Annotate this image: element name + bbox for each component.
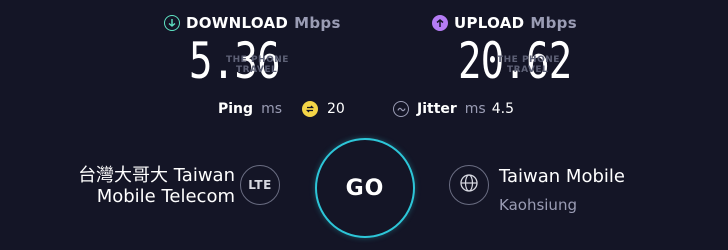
download-header: DOWNLOAD Mbps	[164, 14, 341, 32]
upload-label: UPLOAD	[454, 14, 525, 32]
isp-name-line2: Mobile Telecom	[96, 186, 235, 207]
upload-header: UPLOAD Mbps	[432, 14, 577, 32]
watermark-upload-line1: THE PHONE	[497, 55, 560, 65]
ping-label: Ping	[218, 101, 254, 117]
globe-icon	[459, 173, 479, 197]
watermark-line2: TRAVEL	[236, 65, 278, 75]
server-info: Taiwan Mobile Kaohsiung	[499, 166, 625, 216]
server-location: Kaohsiung	[499, 196, 577, 214]
watermark-upload-line2: TRAVEL	[507, 65, 549, 75]
watermark: THE PHONE TRAVEL	[226, 55, 289, 75]
go-button[interactable]: GO	[315, 138, 415, 238]
jitter-icon	[393, 101, 409, 117]
jitter-unit: ms	[464, 101, 486, 117]
lte-label: LTE	[248, 178, 272, 192]
watermark-line1: THE PHONE	[226, 55, 289, 65]
ping-unit: ms	[261, 101, 282, 117]
server-name: Taiwan Mobile	[499, 166, 625, 187]
download-label: DOWNLOAD	[186, 14, 289, 32]
server-badge[interactable]	[449, 165, 489, 205]
isp-name: 台灣大哥大 Taiwan Mobile Telecom	[78, 165, 235, 207]
isp-name-line1: 台灣大哥大 Taiwan	[78, 165, 235, 186]
ping-value: 20	[327, 101, 345, 117]
jitter-label: Jitter	[417, 101, 457, 117]
jitter-stat: Jitter ms 4.5	[393, 101, 514, 117]
lte-badge[interactable]: LTE	[240, 165, 280, 205]
upload-arrow-icon	[432, 15, 448, 31]
ping-icon	[302, 101, 318, 117]
jitter-value: 4.5	[491, 101, 514, 117]
download-arrow-icon	[164, 15, 180, 31]
watermark-upload: THE PHONE TRAVEL	[497, 55, 560, 75]
download-unit: Mbps	[294, 14, 341, 32]
go-label: GO	[345, 175, 385, 201]
ping-stat: Ping ms 20	[218, 101, 345, 117]
upload-unit: Mbps	[530, 14, 577, 32]
